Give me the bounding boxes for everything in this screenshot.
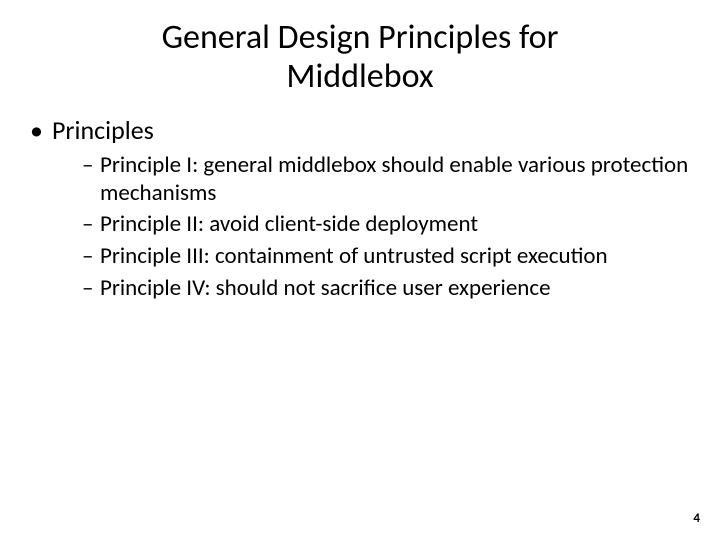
bullet-dash: – — [82, 211, 100, 239]
principle-item: –Principle IV: should not sacrifice user… — [30, 275, 690, 303]
principle-item: –Principle II: avoid client-side deploym… — [30, 211, 690, 239]
slide: General Design Principles for Middlebox … — [0, 0, 720, 540]
slide-title: General Design Principles for Middlebox — [0, 0, 720, 96]
principle-label: Principle II — [100, 210, 198, 238]
bullet-dash: – — [82, 275, 100, 303]
principle-item: –Principle III: containment of untrusted… — [30, 243, 690, 271]
principle-text: : should not sacrifice user experience — [204, 274, 550, 302]
section-label: Principles — [52, 114, 154, 146]
principle-text: : avoid client-side deployment — [198, 210, 478, 238]
title-line-1: General Design Principles for — [162, 17, 559, 58]
bullet-dash: – — [82, 152, 100, 180]
principle-text: : containment of untrusted script execut… — [204, 242, 608, 270]
slide-body: Principles –Principle I: general middleb… — [0, 96, 720, 302]
principle-label: Principle I — [100, 151, 192, 179]
page-number: 4 — [693, 511, 700, 526]
bullet-dash: – — [82, 243, 100, 271]
principle-item: –Principle I: general middlebox should e… — [30, 152, 690, 207]
title-line-2: Middlebox — [286, 56, 433, 97]
principle-label: Principle IV — [100, 274, 204, 302]
principle-label: Principle III — [100, 242, 204, 270]
section-heading: Principles — [30, 114, 690, 146]
